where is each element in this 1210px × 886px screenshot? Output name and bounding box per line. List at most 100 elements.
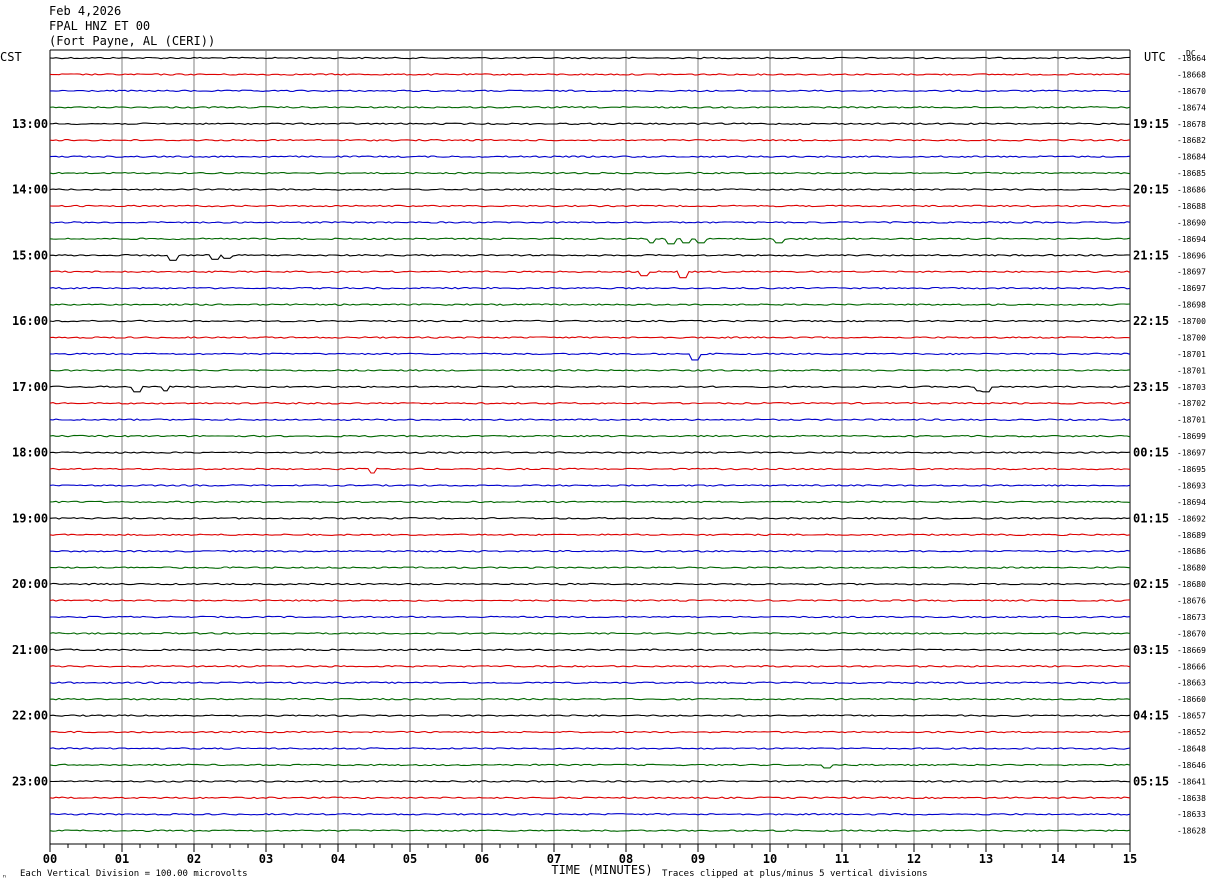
- dc-offset-label: -18697: [1177, 449, 1206, 458]
- left-hour-label: 20:00: [12, 577, 48, 591]
- right-hour-label: 02:15: [1133, 577, 1169, 591]
- dc-offset-label: -18648: [1177, 744, 1206, 753]
- trace-black: [49, 188, 1131, 191]
- dc-offset-label: -18646: [1177, 761, 1206, 770]
- left-hour-label: 23:00: [12, 774, 48, 788]
- trace-red: [49, 467, 1131, 474]
- dc-header: DC: [1186, 49, 1196, 58]
- trace-blue: [50, 615, 1131, 619]
- dc-offset-label: -18688: [1177, 202, 1206, 211]
- x-tick-label: 03: [259, 852, 273, 866]
- dc-offset-label: -18670: [1177, 629, 1206, 638]
- seismogram-chart: -18664-18668-18670-18674-1867813:00 19:15…: [2, 49, 1206, 882]
- dc-offset-label: -18694: [1177, 498, 1206, 507]
- trace-red: [49, 204, 1131, 208]
- dc-offset-label: -18680: [1177, 580, 1206, 589]
- corner-mark: ⁿ: [2, 873, 7, 882]
- trace-blue: [50, 89, 1131, 93]
- right-hour-label: 21:15: [1133, 248, 1169, 262]
- dc-offset-label: -18638: [1177, 794, 1206, 803]
- trace-black: [49, 648, 1130, 652]
- x-tick-label: 06: [475, 852, 489, 866]
- dc-offset-label: -18652: [1177, 728, 1206, 737]
- dc-offset-label: -18701: [1177, 350, 1206, 359]
- trace-red: [49, 73, 1131, 76]
- trace-red: [49, 270, 1131, 279]
- dc-offset-label: -18660: [1177, 695, 1206, 704]
- trace-red: [49, 730, 1131, 734]
- trace-black: [49, 517, 1131, 520]
- trace-black: [49, 56, 1131, 60]
- trace-blue: [49, 221, 1131, 224]
- x-tick-label: 14: [1051, 852, 1065, 866]
- trace-black: [49, 385, 1131, 393]
- dc-offset-label: -18701: [1177, 366, 1206, 375]
- trace-green: [49, 697, 1131, 701]
- dc-offset-label: -18670: [1177, 87, 1206, 96]
- trace-blue: [49, 484, 1131, 487]
- dc-offset-label: -18641: [1177, 777, 1206, 786]
- left-hour-label: 13:00: [12, 117, 48, 131]
- trace-green: [49, 106, 1131, 109]
- x-tick-label: 12: [907, 852, 921, 866]
- trace-red: [49, 796, 1131, 800]
- x-axis-title: TIME (MINUTES): [551, 863, 652, 877]
- x-tick-label: 10: [763, 852, 777, 866]
- x-tick-label: 13: [979, 852, 993, 866]
- trace-red: [49, 599, 1131, 602]
- left-hour-label: 21:00: [12, 643, 48, 657]
- dc-offset-label: -18663: [1177, 679, 1206, 688]
- dc-offset-label: -18657: [1177, 712, 1206, 721]
- dc-offset-label: -18682: [1177, 136, 1206, 145]
- dc-offset-label: -18703: [1177, 383, 1206, 392]
- x-tick-label: 01: [115, 852, 129, 866]
- trace-black: [49, 122, 1131, 126]
- dc-offset-label: -18695: [1177, 465, 1206, 474]
- right-hour-label: 22:15: [1133, 314, 1169, 328]
- trace-red: [49, 401, 1131, 405]
- dc-offset-label: -18686: [1177, 186, 1206, 195]
- trace-blue: [50, 549, 1131, 553]
- left-hour-label: 19:00: [12, 511, 48, 525]
- dc-offset-label: -18697: [1177, 268, 1206, 277]
- trace-blue: [49, 155, 1131, 158]
- dc-offset-label: -18678: [1177, 120, 1206, 129]
- right-hour-label: 00:15: [1133, 446, 1169, 460]
- right-hour-label: 04:15: [1133, 709, 1169, 723]
- trace-blue: [49, 747, 1131, 750]
- dc-offset-label: -18628: [1177, 827, 1206, 836]
- dc-offset-label: -18690: [1177, 218, 1206, 227]
- dc-offset-label: -18680: [1177, 564, 1206, 573]
- dc-offset-label: -18686: [1177, 547, 1206, 556]
- trace-red: [49, 665, 1131, 668]
- trace-black: [49, 319, 1131, 323]
- right-hour-label: 05:15: [1133, 774, 1169, 788]
- trace-green: [49, 632, 1131, 635]
- dc-offset-label: -18674: [1177, 103, 1206, 112]
- trace-black: [49, 714, 1131, 717]
- x-tick-label: 15: [1123, 852, 1137, 866]
- dc-offset-label: -18692: [1177, 514, 1206, 523]
- left-hour-label: 18:00: [12, 446, 48, 460]
- trace-green: [49, 500, 1131, 504]
- trace-green: [49, 303, 1131, 306]
- x-tick-label: 04: [331, 852, 345, 866]
- dc-offset-label: -18633: [1177, 810, 1206, 819]
- x-tick-label: 05: [403, 852, 417, 866]
- right-hour-label: 01:15: [1133, 511, 1169, 525]
- dc-offset-label: -18689: [1177, 531, 1206, 540]
- dc-offset-label: -18698: [1177, 301, 1206, 310]
- trace-black: [49, 582, 1131, 586]
- dc-offset-label: -18700: [1177, 317, 1206, 326]
- dc-offset-label: -18701: [1177, 416, 1206, 425]
- trace-green: [49, 829, 1131, 832]
- left-hour-label: 15:00: [12, 248, 48, 262]
- x-tick-label: 00: [43, 852, 57, 866]
- trace-green: [49, 763, 1131, 769]
- dc-offset-label: -18673: [1177, 613, 1206, 622]
- dc-offset-label: -18693: [1177, 481, 1206, 490]
- left-hour-label: 17:00: [12, 380, 48, 394]
- x-tick-label: 11: [835, 852, 849, 866]
- trace-black: [49, 254, 1131, 261]
- right-hour-label: 19:15: [1133, 117, 1169, 131]
